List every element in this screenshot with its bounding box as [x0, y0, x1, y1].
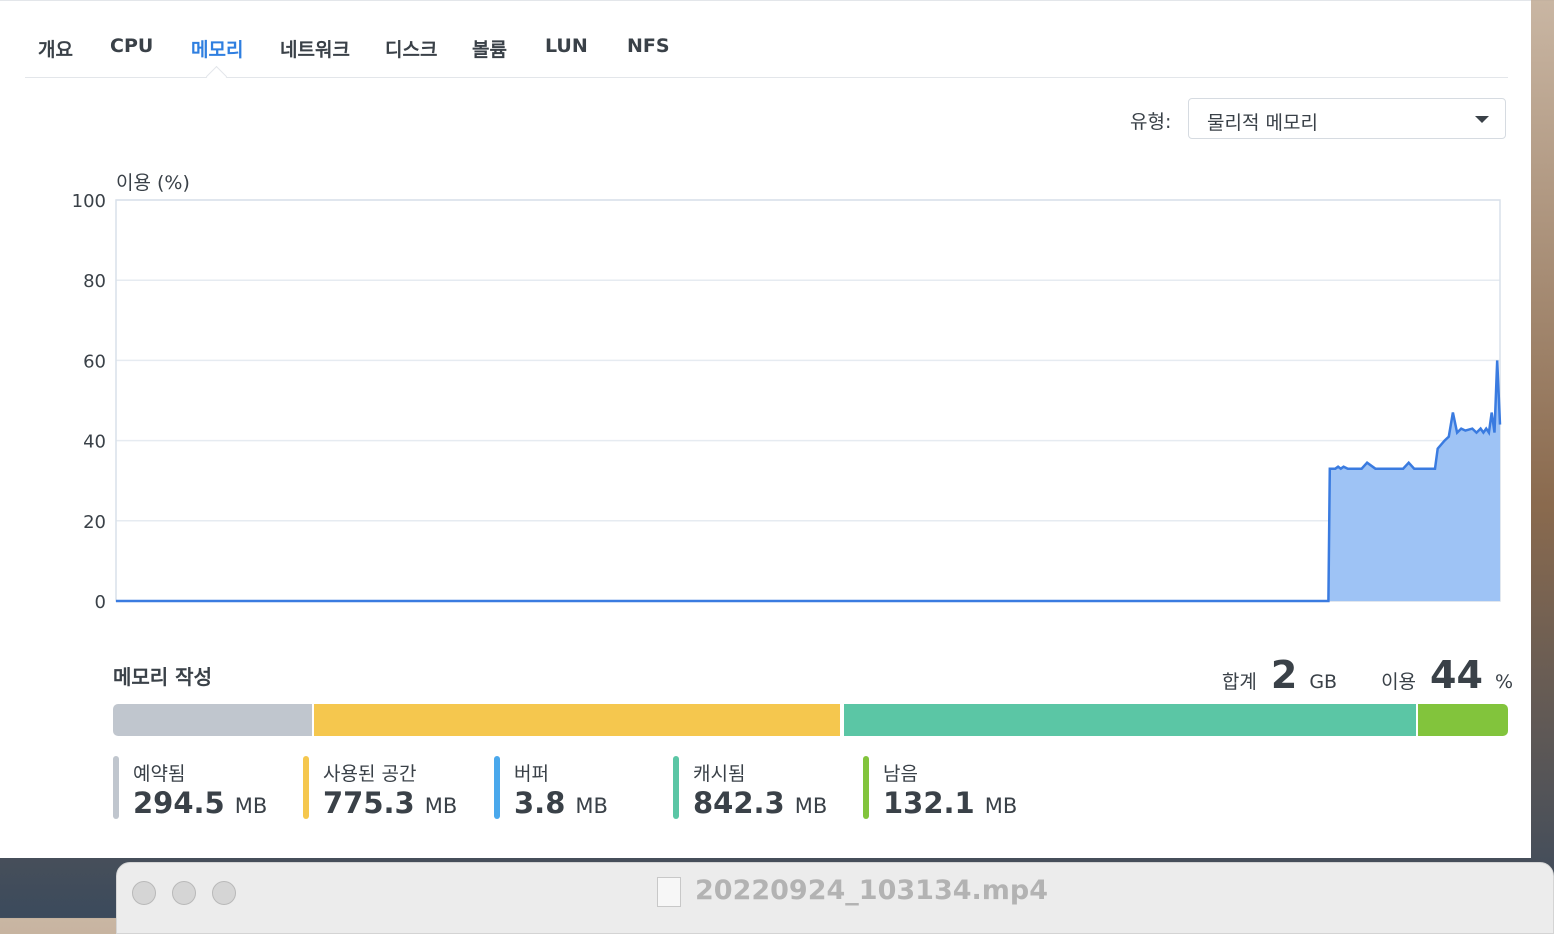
segment-used — [313, 704, 842, 736]
legend-value: 132.1 — [883, 786, 975, 820]
legend-color — [303, 756, 309, 819]
total-label: 합계 — [1221, 671, 1257, 693]
total-value: 2 — [1270, 653, 1298, 697]
y-tick-label: 20 — [83, 512, 106, 533]
legend-amount: 294.5 MB — [133, 786, 267, 820]
tab-network[interactable]: 네트워크 — [280, 35, 350, 62]
type-label: 유형: — [1130, 111, 1172, 133]
y-tick-label: 100 — [72, 191, 106, 212]
legend-amount: 775.3 MB — [323, 786, 457, 820]
y-axis-title: 이용 (%) — [116, 172, 190, 194]
tab-cpu[interactable]: CPU — [110, 35, 153, 57]
legend-unit: MB — [984, 794, 1018, 818]
usage-label: 이용 — [1381, 671, 1417, 693]
tab-disk[interactable]: 디스크 — [385, 35, 437, 62]
close-window-button[interactable] — [132, 881, 156, 905]
legend-amount: 842.3 MB — [693, 786, 827, 820]
document-icon — [657, 877, 681, 907]
legend-value: 3.8 — [514, 786, 566, 820]
usage-unit: % — [1494, 671, 1513, 693]
memory-type-dropdown[interactable]: 물리적 메모리 — [1188, 98, 1506, 139]
window-title: 20220924_103134.mp4 — [695, 875, 1049, 906]
chart-grid — [116, 199, 1500, 602]
segment-free — [1418, 704, 1508, 736]
segment-reserved — [113, 704, 314, 736]
legend-color — [113, 756, 119, 819]
tab-overview[interactable]: 개요 — [38, 35, 73, 62]
legend-color — [494, 756, 500, 819]
legend-value: 294.5 — [133, 786, 225, 820]
y-tick-label: 60 — [83, 351, 106, 372]
legend-value: 842.3 — [693, 786, 785, 820]
tab-bar: 개요 CPU 메모리 네트워크 디스크 볼륨 LUN NFS — [25, 1, 1508, 88]
memory-type-value: 물리적 메모리 — [1207, 112, 1318, 134]
legend-label: 사용된 공간 — [323, 763, 417, 785]
memory-composition-bar — [113, 704, 1508, 736]
usage-line — [116, 360, 1502, 603]
legend-color — [863, 756, 869, 819]
y-axis-ticks: 100 80 60 40 20 0 — [72, 191, 106, 613]
usage-value: 44 — [1430, 653, 1483, 697]
minimize-window-button[interactable] — [172, 881, 196, 905]
legend-unit: MB — [575, 794, 608, 818]
legend-label: 버퍼 — [514, 763, 549, 785]
usage-area — [116, 360, 1500, 601]
tab-volume[interactable]: 볼륨 — [472, 35, 507, 62]
segment-cached — [844, 704, 1418, 736]
y-tick-label: 0 — [95, 592, 106, 613]
legend-unit: MB — [424, 794, 458, 818]
legend-amount: 132.1 MB — [883, 786, 1017, 820]
memory-summary: 합계 2 GB 이용 44 % — [1222, 653, 1513, 697]
chevron-down-icon — [1475, 116, 1489, 123]
plot-frame — [115, 199, 1501, 602]
legend-label: 예약됨 — [133, 763, 186, 785]
memory-usage-chart: 이용 (%) 100 80 60 40 20 0 — [72, 172, 1502, 613]
total-unit: GB — [1309, 671, 1338, 693]
composition-title: 메모리 작성 — [113, 665, 212, 689]
tab-memory[interactable]: 메모리 — [191, 35, 243, 62]
legend-label: 캐시됨 — [693, 763, 746, 785]
legend-unit: MB — [234, 794, 268, 818]
y-tick-label: 80 — [83, 271, 106, 292]
video-player-window[interactable]: 20220924_103134.mp4 — [116, 862, 1554, 934]
legend-label: 남음 — [883, 763, 918, 785]
resource-monitor-panel: 개요 CPU 메모리 네트워크 디스크 볼륨 LUN NFS 유형: 물리적 메… — [0, 0, 1531, 858]
y-tick-label: 40 — [83, 432, 106, 453]
zoom-window-button[interactable] — [212, 881, 236, 905]
tab-lun[interactable]: LUN — [545, 35, 588, 57]
tab-nfs[interactable]: NFS — [627, 35, 670, 57]
legend-unit: MB — [794, 794, 828, 818]
legend-color — [673, 756, 679, 819]
active-tab-indicator — [205, 65, 228, 88]
legend-amount: 3.8 MB — [514, 786, 608, 820]
legend-value: 775.3 — [323, 786, 415, 820]
